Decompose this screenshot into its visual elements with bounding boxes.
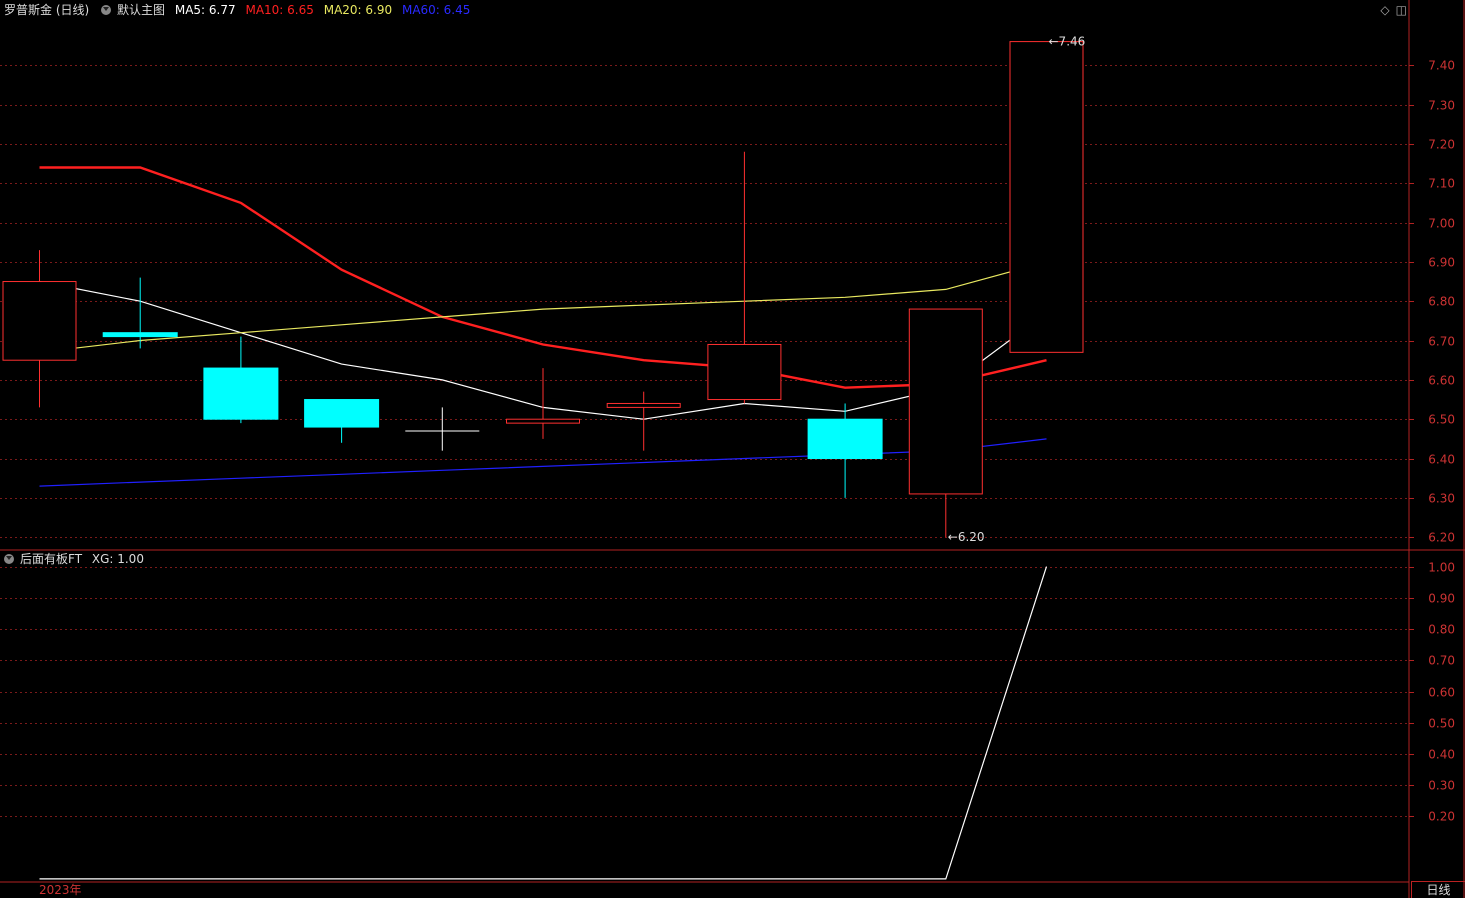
price-annotation: ←6.20 [948, 530, 985, 544]
xg-label: XG: 1.00 [91, 552, 144, 566]
candle [908, 308, 983, 538]
sub-chart-header: 后面有板FT XG: 1.00 [0, 550, 150, 568]
sub-tick-label: 0.70 [1428, 654, 1455, 668]
sub-tick-label: 0.80 [1428, 623, 1455, 637]
main-tick-label: 7.10 [1428, 177, 1455, 191]
indicator-name[interactable]: 后面有板FT [20, 552, 82, 566]
year-label: 2023年 [39, 883, 82, 897]
candle [203, 336, 279, 424]
template-dropdown-icon[interactable] [101, 4, 112, 15]
ma-line-ma20 [39, 261, 1047, 353]
candle [707, 151, 782, 404]
main-tick-label: 6.70 [1428, 335, 1455, 349]
candle [304, 399, 380, 443]
ma20-label: MA20: 6.90 [323, 3, 393, 17]
candle [1009, 41, 1084, 353]
chart-corner-icons: ◇ ◫ [1374, 3, 1407, 17]
ma60-label: MA60: 6.45 [401, 3, 471, 17]
stock-name[interactable]: 罗普斯金 (日线) [4, 3, 89, 17]
ma-line-ma60 [39, 438, 1047, 487]
main-tick-label: 6.60 [1428, 374, 1455, 388]
main-tick-label: 7.30 [1428, 99, 1455, 113]
candle [102, 277, 178, 349]
main-tick-label: 7.00 [1428, 217, 1455, 231]
diamond-icon[interactable]: ◇ [1380, 3, 1389, 17]
indicator-dropdown-icon[interactable] [4, 553, 14, 564]
main-tick-label: 7.20 [1428, 138, 1455, 152]
candle [405, 407, 480, 451]
sub-tick-label: 0.30 [1428, 779, 1455, 793]
main-tick-label: 6.90 [1428, 256, 1455, 270]
sub-tick-label: 0.50 [1428, 717, 1455, 731]
sub-tick-label: 0.60 [1428, 686, 1455, 700]
sub-tick-label: 1.00 [1428, 561, 1455, 575]
main-tick-label: 7.40 [1428, 59, 1455, 73]
main-tick-label: 6.80 [1428, 295, 1455, 309]
template-name[interactable]: 默认主图 [117, 3, 165, 17]
main-tick-label: 6.20 [1428, 531, 1455, 545]
main-tick-label: 6.50 [1428, 413, 1455, 427]
sub-tick-label: 0.90 [1428, 592, 1455, 606]
kline-chart[interactable]: 6.20 6.30 6.40 6.50 6.60 6.70 6.80 6.90 7.00 7.10… [0, 0, 1465, 898]
price-annotation: ←7.46 [1049, 35, 1086, 49]
period-tab[interactable]: 日线 [1411, 881, 1465, 898]
candle [606, 391, 681, 451]
candle [2, 250, 77, 408]
window-toggle-icon[interactable]: ◫ [1396, 3, 1407, 17]
ma5-label: MA5: 6.77 [174, 3, 236, 17]
main-tick-label: 6.30 [1428, 492, 1455, 506]
candle [506, 368, 580, 439]
ma10-label: MA10: 6.65 [245, 3, 314, 17]
sub-tick-label: 0.40 [1428, 748, 1455, 762]
sub-tick-label: 0.20 [1428, 810, 1455, 824]
xg-indicator-line [39, 566, 1048, 880]
main-tick-label: 6.40 [1428, 453, 1455, 467]
candle [807, 403, 883, 498]
ma-line-ma10 [39, 166, 1047, 389]
main-chart-header: 罗普斯金 (日线) 默认主图 MA5: 6.77 MA10: 6.65 MA20… [4, 1, 476, 19]
